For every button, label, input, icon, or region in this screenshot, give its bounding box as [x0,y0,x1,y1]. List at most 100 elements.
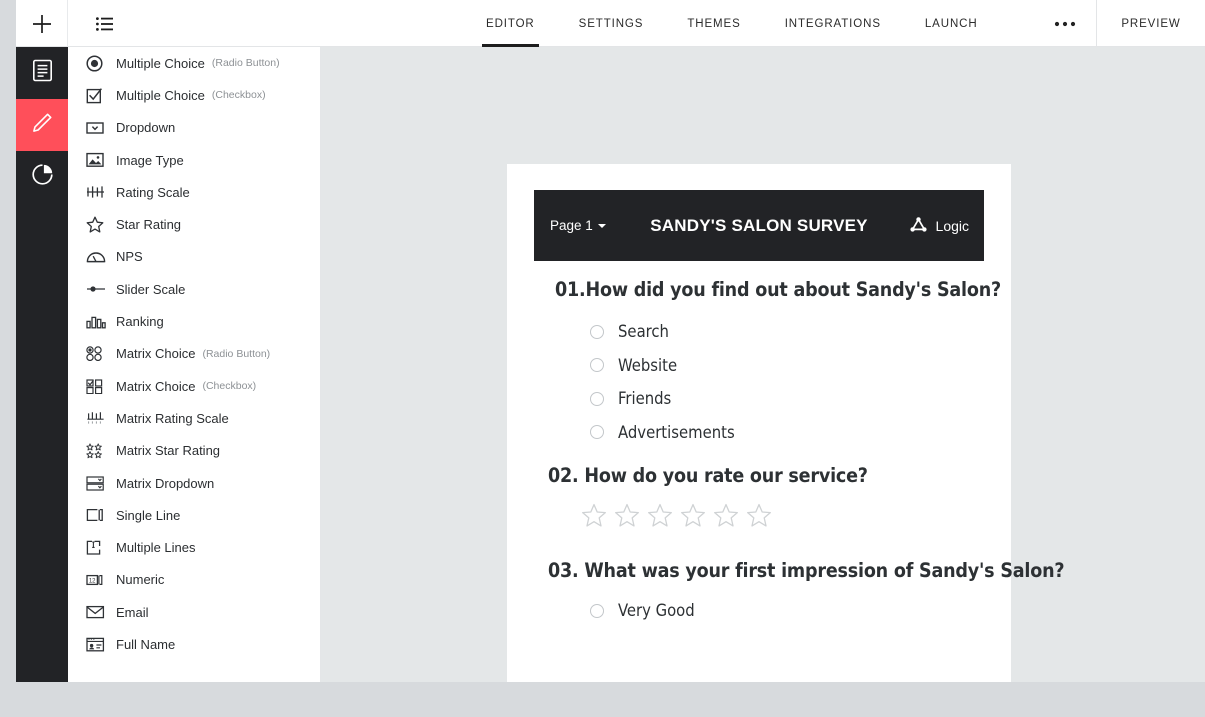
ranking-bars-icon [86,315,116,329]
question-2-title: 02. How do you rate our service? [548,464,868,487]
element-label: Matrix Star Rating [116,443,221,459]
pages-list-button[interactable] [68,0,140,47]
element-type-panel: Multiple Choice (Radio Button) Multiple … [68,47,321,682]
element-matrix-dropdown[interactable]: Matrix Dropdown [68,467,320,499]
page-gutter-left [0,0,16,682]
star-icon[interactable] [680,503,706,528]
element-full-name[interactable]: Full Name [68,628,320,660]
element-ranking[interactable]: Ranking [68,305,320,337]
element-nps[interactable]: NPS [68,241,320,273]
rail-item-design[interactable] [16,99,68,151]
option-label: Very Good [618,601,695,621]
element-matrix-choice-radio[interactable]: Matrix Choice (Radio Button) [68,338,320,370]
element-dropdown[interactable]: Dropdown [68,112,320,144]
question-1-number: 01. [555,278,586,301]
logic-button[interactable]: Logic [909,216,969,236]
star-icon[interactable] [713,503,739,528]
nps-gauge-icon [86,250,116,264]
survey-header-bar: Page 1 SANDY'S SALON SURVEY Logic [534,190,984,261]
editor-canvas: Page 1 SANDY'S SALON SURVEY Logic 01.How… [321,47,1205,682]
rail-empty-space [16,203,68,682]
matrix-dropdown-icon [86,475,116,491]
option-row[interactable]: Very Good [548,594,1064,628]
question-1-title: 01.How did you find out about Sandy's Sa… [555,278,1001,301]
tab-launch[interactable]: LAUNCH [903,0,1000,47]
more-options-button[interactable] [1034,0,1096,47]
pie-chart-icon [31,163,54,191]
logic-label: Logic [935,217,969,234]
element-label: Slider Scale [116,281,186,297]
radio-icon[interactable] [590,425,604,440]
radio-icon[interactable] [590,391,604,406]
tab-settings[interactable]: SETTINGS [557,0,666,47]
tab-themes[interactable]: THEMES [665,0,762,47]
element-label: Matrix Choice [116,378,196,394]
option-row[interactable]: Advertisements [555,416,1001,450]
radio-icon[interactable] [590,358,604,373]
element-sublabel: (Checkbox) [211,89,266,102]
left-rail [16,47,68,682]
matrix-radio-icon [86,346,116,362]
radio-icon[interactable] [590,603,604,618]
question-block-1: 01.How did you find out about Sandy's Sa… [555,278,1001,449]
question-2-text: How do you rate our service? [584,464,868,487]
element-numeric[interactable]: 12 Numeric [68,564,320,596]
ellipsis-icon [1054,21,1076,27]
logic-triangle-icon [909,216,928,236]
radio-filled-icon [86,55,116,72]
question-3-number: 03. [548,559,585,582]
top-bar: EDITOR SETTINGS THEMES INTEGRATIONS LAUN… [16,0,1205,47]
radio-icon[interactable] [590,324,604,339]
question-3-text: What was your first impression of Sandy'… [584,559,1065,582]
single-line-icon [86,508,116,522]
numeric-icon: 12 [86,573,116,587]
svg-text:12: 12 [89,578,96,584]
element-single-line[interactable]: Single Line [68,499,320,531]
tab-editor[interactable]: EDITOR [464,0,557,47]
option-row[interactable]: Friends [555,382,1001,416]
element-slider-scale[interactable]: Slider Scale [68,273,320,305]
element-email[interactable]: Email [68,596,320,628]
element-label: NPS [116,249,143,265]
option-label: Advertisements [618,422,735,442]
element-label: Matrix Dropdown [116,475,215,491]
element-multiple-choice-radio[interactable]: Multiple Choice (Radio Button) [68,47,320,79]
dropdown-icon [86,121,116,135]
add-button[interactable] [16,0,68,47]
preview-button[interactable]: PREVIEW [1096,0,1205,47]
element-multiple-choice-checkbox[interactable]: Multiple Choice (Checkbox) [68,79,320,111]
tab-settings-label: SETTINGS [578,17,644,30]
question-3-title: 03. What was your first impression of Sa… [548,559,1065,582]
element-sublabel: (Checkbox) [202,380,257,393]
star-icon[interactable] [581,503,607,528]
element-matrix-rating-scale[interactable]: Matrix Rating Scale [68,402,320,434]
question-block-3: 03. What was your first impression of Sa… [548,559,1065,628]
element-label: Rating Scale [116,184,190,200]
tab-themes-label: THEMES [687,17,741,30]
element-label: Single Line [116,507,181,523]
element-image-type[interactable]: Image Type [68,144,320,176]
element-sublabel: (Radio Button) [211,57,280,70]
element-label: Email [116,604,149,620]
rail-item-build[interactable] [16,47,68,99]
star-icon[interactable] [746,503,772,528]
star-icon[interactable] [647,503,673,528]
preview-button-label: PREVIEW [1121,17,1181,30]
element-label: Dropdown [116,120,176,136]
question-block-2: 02. How do you rate our service? [548,464,868,528]
element-label: Multiple Choice [116,87,205,103]
question-1-text: How did you find out about Sandy's Salon… [585,278,1001,301]
rail-item-results[interactable] [16,151,68,203]
element-matrix-choice-checkbox[interactable]: Matrix Choice (Checkbox) [68,370,320,402]
tab-integrations[interactable]: INTEGRATIONS [763,0,903,47]
option-row[interactable]: Search [555,315,1001,349]
question-2-star-rating[interactable] [548,503,868,528]
element-matrix-star-rating[interactable]: Matrix Star Rating [68,435,320,467]
checkbox-check-icon [86,87,116,104]
element-star-rating[interactable]: Star Rating [68,208,320,240]
element-rating-scale[interactable]: Rating Scale [68,176,320,208]
element-multiple-lines[interactable]: Multiple Lines [68,531,320,563]
star-icon[interactable] [614,503,640,528]
app-root: EDITOR SETTINGS THEMES INTEGRATIONS LAUN… [0,0,1205,717]
option-row[interactable]: Website [555,349,1001,383]
